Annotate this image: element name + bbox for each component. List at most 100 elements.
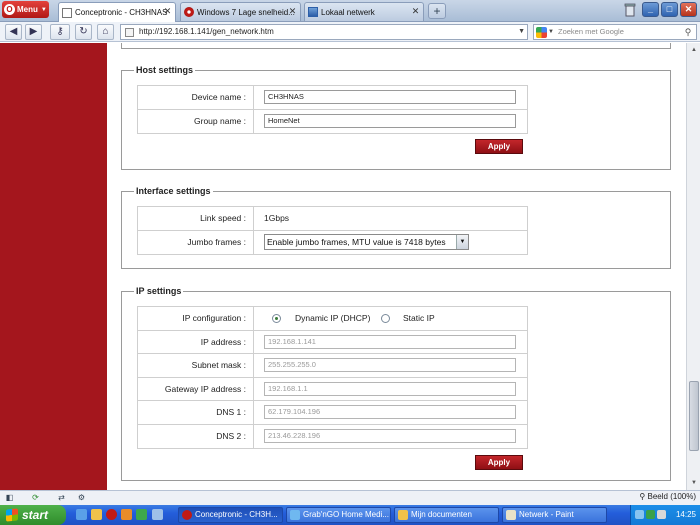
ip-settings-table: IP configuration : Dynamic IP (DHCP) Sta… [137, 306, 528, 449]
close-tab-icon[interactable]: ✕ [288, 7, 297, 16]
gear-icon[interactable]: ⚙ [76, 493, 87, 503]
ip-apply-button[interactable]: Apply [475, 455, 523, 470]
reload-button[interactable]: ↻ [75, 24, 92, 40]
app-icon [290, 510, 300, 520]
jumbo-frames-row: Jumbo frames : Enable jumbo frames, MTU … [138, 230, 527, 254]
turbo-icon[interactable]: ⟳ [30, 493, 41, 503]
panel-toggle-icon[interactable]: ◧ [4, 493, 15, 503]
sidebar-red-band [0, 43, 107, 490]
dns2-row: DNS 2 : 213.46.228.196 [138, 424, 527, 448]
browser-tab-bar: O Menu ▼ Conceptronic - CH3HNAS ✕ Window… [0, 0, 700, 22]
tab-windows7[interactable]: Windows 7 Lage snelheid... ✕ [180, 2, 301, 21]
zoom-level[interactable]: ⚲ Beeld (100%) [639, 492, 696, 501]
new-tab-button[interactable]: + [428, 3, 446, 19]
taskbar-item-documents[interactable]: Mijn documenten [394, 507, 499, 523]
home-button[interactable]: ⌂ [97, 24, 114, 40]
opera-icon [182, 510, 192, 520]
quicklaunch-opera-icon[interactable] [106, 509, 117, 520]
browser-status-bar: ◧ ⟳ ⇄ ⚙ ⚲ Beeld (100%) [0, 490, 700, 505]
taskbar-item-opera[interactable]: Conceptronic - CH3H... [178, 507, 283, 523]
forward-button[interactable]: ▶ [25, 24, 42, 40]
search-icon[interactable]: ⚲ [682, 26, 694, 38]
jumbo-frames-select[interactable]: Enable jumbo frames, MTU value is 7418 b… [264, 233, 469, 250]
static-ip-radio-label[interactable]: Static IP [403, 307, 435, 330]
chevron-down-icon: ▼ [456, 234, 468, 249]
opera-logo-icon: O [4, 4, 15, 15]
minimize-button[interactable]: _ [642, 2, 659, 17]
chevron-down-icon: ▼ [40, 6, 47, 13]
tray-network-icon[interactable] [635, 510, 644, 519]
url-text: http://192.168.1.141/gen_network.htm [139, 27, 274, 36]
quicklaunch-app-icon[interactable] [121, 509, 132, 520]
opera-menu-button[interactable]: O Menu ▼ [2, 1, 49, 18]
device-name-row: Device name : CH3HNAS [138, 86, 527, 110]
site-icon [184, 7, 194, 17]
scroll-down-icon[interactable]: ▼ [688, 477, 700, 489]
quicklaunch-app-icon[interactable] [136, 509, 147, 520]
dns1-input[interactable]: 62.179.104.196 [264, 405, 516, 419]
tray-app-icon[interactable] [646, 510, 655, 519]
ip-address-row: IP address : 192.168.1.141 [138, 330, 527, 354]
scroll-thumb[interactable] [689, 381, 699, 451]
dhcp-radio[interactable] [272, 314, 281, 323]
section-title: IP settings [134, 286, 184, 296]
quicklaunch-ie-icon[interactable] [76, 509, 87, 520]
maximize-button[interactable]: □ [661, 2, 678, 17]
back-button[interactable]: ◀ [5, 24, 22, 40]
field-label: IP configuration : [138, 307, 254, 330]
link-speed-row: Link speed : 1Gbps [138, 207, 527, 231]
system-tray: 14:25 [630, 505, 700, 525]
tab-title: Lokaal netwerk [321, 7, 375, 17]
interface-settings-section: Interface settings Link speed : 1Gbps Ju… [121, 186, 671, 269]
device-name-input[interactable]: CH3HNAS [264, 90, 516, 104]
taskbar-item-paint[interactable]: Netwerk - Paint [502, 507, 607, 523]
trash-icon[interactable] [624, 3, 636, 17]
tab-title: Windows 7 Lage snelheid... [197, 7, 295, 17]
static-ip-radio[interactable] [381, 314, 390, 323]
page-viewport: Host settings Device name : CH3HNAS Grou… [0, 43, 686, 490]
taskbar-item-label: Grab'nGO Home Medi... [303, 510, 389, 519]
windows-logo-icon [6, 508, 18, 522]
close-tab-icon[interactable]: ✕ [163, 7, 172, 16]
tab-lokaal-netwerk[interactable]: Lokaal netwerk ✕ [304, 2, 424, 21]
group-name-input[interactable]: HomeNet [264, 113, 516, 128]
key-icon[interactable]: ⚷ [50, 24, 70, 40]
link-speed-value: 1Gbps [264, 213, 290, 223]
quicklaunch-desktop-icon[interactable] [152, 509, 163, 520]
quicklaunch-folder-icon[interactable] [91, 509, 102, 520]
windows-taskbar: start Conceptronic - CH3H... Grab'nGO Ho… [0, 505, 700, 525]
dns1-row: DNS 1 : 62.179.104.196 [138, 401, 527, 425]
gateway-input[interactable]: 192.168.1.1 [264, 381, 516, 396]
chevron-down-icon[interactable]: ▼ [548, 25, 554, 39]
taskbar-item-grabngo[interactable]: Grab'nGO Home Medi... [286, 507, 391, 523]
gateway-row: Gateway IP address : 192.168.1.1 [138, 377, 527, 401]
ip-address-input[interactable]: 192.168.1.141 [264, 334, 516, 349]
url-input[interactable]: http://192.168.1.141/gen_network.htm ▼ [120, 24, 528, 40]
clock: 14:25 [675, 510, 696, 519]
start-button[interactable]: start [0, 505, 66, 525]
host-settings-section: Host settings Device name : CH3HNAS Grou… [121, 65, 671, 170]
field-label: Group name : [138, 109, 254, 133]
google-icon [536, 27, 547, 38]
page-icon [125, 28, 134, 37]
close-window-button[interactable]: ✕ [680, 2, 697, 17]
chevron-down-icon[interactable]: ▼ [518, 25, 525, 39]
subnet-mask-row: Subnet mask : 255.255.255.0 [138, 354, 527, 378]
scroll-up-icon[interactable]: ▲ [688, 44, 700, 56]
previous-section-bottom [121, 43, 671, 49]
dns2-input[interactable]: 213.46.228.196 [264, 428, 516, 443]
tray-volume-icon[interactable] [657, 510, 666, 519]
vertical-scrollbar[interactable]: ▲ ▼ [686, 43, 700, 490]
subnet-mask-input[interactable]: 255.255.255.0 [264, 358, 516, 372]
paint-icon [506, 510, 516, 520]
search-input[interactable]: ▼ Zoeken met Google ⚲ [533, 24, 697, 40]
host-apply-button[interactable]: Apply [475, 139, 523, 154]
field-label: Subnet mask : [138, 354, 254, 377]
search-placeholder: Zoeken met Google [558, 27, 624, 36]
folder-icon [398, 510, 408, 520]
close-tab-icon[interactable]: ✕ [411, 7, 420, 16]
network-icon[interactable]: ⇄ [56, 493, 67, 503]
field-label: Device name : [138, 86, 254, 109]
tab-conceptronic[interactable]: Conceptronic - CH3HNAS ✕ [58, 2, 176, 22]
dhcp-radio-label[interactable]: Dynamic IP (DHCP) [295, 307, 370, 330]
